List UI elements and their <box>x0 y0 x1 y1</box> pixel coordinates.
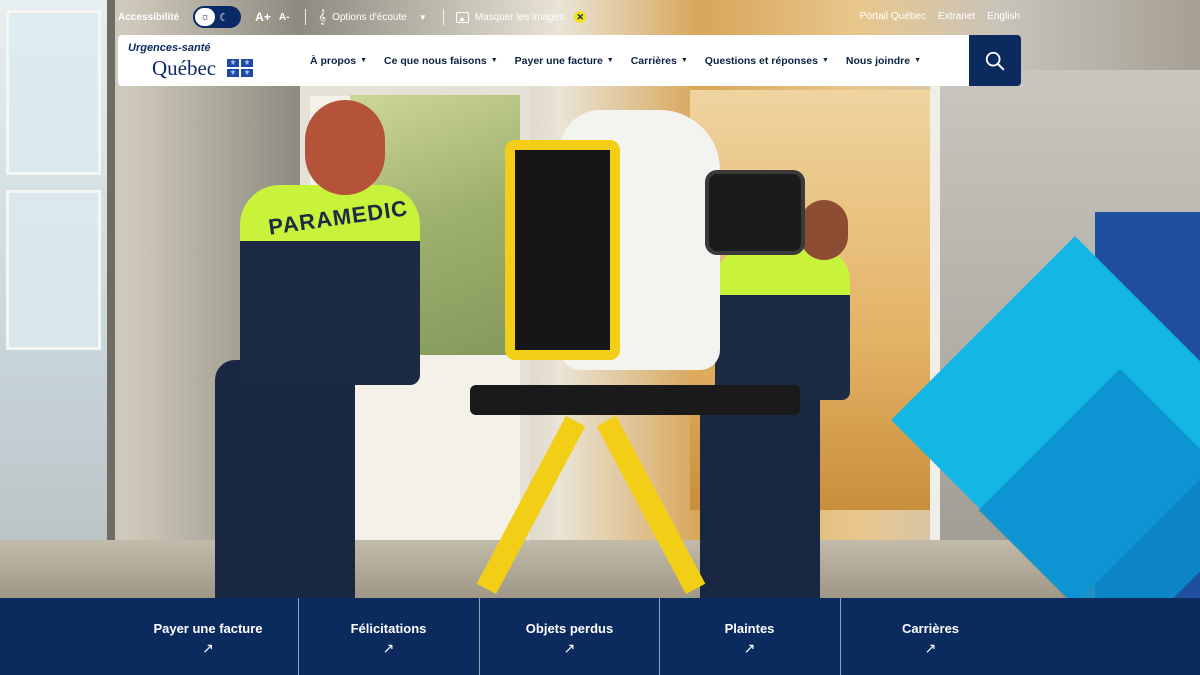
hide-images-toggle[interactable]: Masquer les images ✕ <box>455 11 587 23</box>
caret-down-icon: ▼ <box>418 12 427 22</box>
stretcher-monitor <box>705 170 805 255</box>
nav-label: Payer une facture <box>514 54 603 67</box>
stretcher-frame <box>470 385 800 415</box>
logo-line1: Urgences-santé <box>128 42 211 54</box>
moon-icon[interactable]: ☾ <box>219 11 229 24</box>
caret-down-icon: ▼ <box>680 57 688 64</box>
font-decrease-button[interactable]: A- <box>279 12 290 23</box>
arrow-up-right-icon: ↗ <box>382 640 395 656</box>
arrow-up-right-icon: ↗ <box>563 640 576 656</box>
utility-links: Portail Québec Extranet English <box>860 11 1020 22</box>
quick-link-plaintes[interactable]: Plaintes ↗ <box>659 598 839 675</box>
caret-down-icon: ▼ <box>490 57 498 64</box>
arrow-up-right-icon: ↗ <box>202 640 214 656</box>
nav-label: Nous joindre <box>845 54 911 67</box>
link-extranet[interactable]: Extranet <box>938 11 975 22</box>
paramedic-left-legs <box>215 360 355 598</box>
nav-item-ce-que-nous-faisons[interactable]: Ce que nous faisons ▼ <box>384 55 498 67</box>
quick-link-payer-une-facture[interactable]: Payer une facture ↗ <box>118 598 298 675</box>
logo-line2: Québec <box>152 56 217 80</box>
site-logo[interactable]: Urgences-santé Québec ⚜ ⚜ ⚜ ⚜ <box>128 42 258 82</box>
hide-images-label: Masquer les images <box>474 11 565 23</box>
quick-link-label: Félicitations <box>350 621 427 636</box>
quick-link-objets-perdus[interactable]: Objets perdus ↗ <box>479 598 659 675</box>
link-portail-quebec[interactable]: Portail Québec <box>860 11 926 22</box>
main-nav: À propos ▼ Ce que nous faisons ▼ Payer u… <box>310 35 921 86</box>
divider <box>305 9 307 25</box>
hero-image: PARAMEDIC <box>0 0 1200 598</box>
quick-link-label: Objets perdus <box>525 621 614 636</box>
arrow-up-right-icon: ↗ <box>743 640 756 656</box>
font-increase-button[interactable]: A+ <box>255 10 271 24</box>
link-english[interactable]: English <box>987 11 1020 22</box>
quick-link-label: Carrières <box>901 621 960 636</box>
nav-label: Carrières <box>630 54 677 67</box>
quick-links-bar: Payer une facture ↗ Félicitations ↗ Obje… <box>0 598 1200 675</box>
close-icon[interactable]: ✕ <box>574 11 587 23</box>
divider <box>442 9 444 25</box>
caret-down-icon: ▼ <box>606 57 614 64</box>
nav-item-nous-joindre[interactable]: Nous joindre ▼ <box>846 55 921 67</box>
nav-label: Ce que nous faisons <box>384 54 487 67</box>
nav-item-payer-une-facture[interactable]: Payer une facture ▼ <box>515 55 614 67</box>
listen-options-label: Options d'écoute <box>332 11 407 23</box>
main-header: Urgences-santé Québec ⚜ ⚜ ⚜ ⚜ À propos ▼ Ce… <box>118 35 970 86</box>
stretcher-back <box>505 140 620 360</box>
search-button[interactable] <box>969 35 1021 86</box>
utility-bar: Accessibilité ☼ ☾ A+ A- 𝄞 Options d'écou… <box>0 0 1200 34</box>
paramedic-right-legs <box>700 390 820 598</box>
quick-link-carrieres[interactable]: Carrières ↗ <box>840 598 1020 675</box>
fleur-de-lis-flag-icon: ⚜ ⚜ ⚜ ⚜ <box>226 58 254 78</box>
paramedic-right-head <box>800 200 848 260</box>
arrow-up-right-icon: ↗ <box>924 640 937 656</box>
listen-options-dropdown[interactable]: 𝄞 Options d'écoute ▼ <box>318 9 426 25</box>
nav-label: Questions et réponses <box>704 54 818 67</box>
caret-down-icon: ▼ <box>914 57 922 64</box>
caret-down-icon: ▼ <box>360 57 368 64</box>
image-icon <box>455 11 469 23</box>
accessibility-label: Accessibilité <box>118 11 180 23</box>
hero-window <box>0 0 115 560</box>
theme-toggle[interactable]: ☼ ☾ <box>193 6 242 28</box>
quick-link-label: Plaintes <box>724 621 775 636</box>
caret-down-icon: ▼ <box>821 57 829 64</box>
paramedic-right <box>715 250 850 400</box>
nav-item-carrieres[interactable]: Carrières ▼ <box>631 55 688 67</box>
quick-link-label: Payer une facture <box>153 621 263 636</box>
nav-item-questions-reponses[interactable]: Questions et réponses ▼ <box>705 55 829 67</box>
quick-link-felicitations[interactable]: Félicitations ↗ <box>298 598 478 675</box>
sun-icon[interactable]: ☼ <box>195 8 216 26</box>
ear-icon: 𝄞 <box>318 9 327 24</box>
accessibility-tools: Accessibilité ☼ ☾ A+ A- 𝄞 Options d'écou… <box>118 6 587 28</box>
nav-item-a-propos[interactable]: À propos ▼ <box>310 55 367 67</box>
nav-label: À propos <box>310 54 357 67</box>
search-icon <box>985 51 1005 70</box>
paramedic-left-head <box>305 100 385 195</box>
